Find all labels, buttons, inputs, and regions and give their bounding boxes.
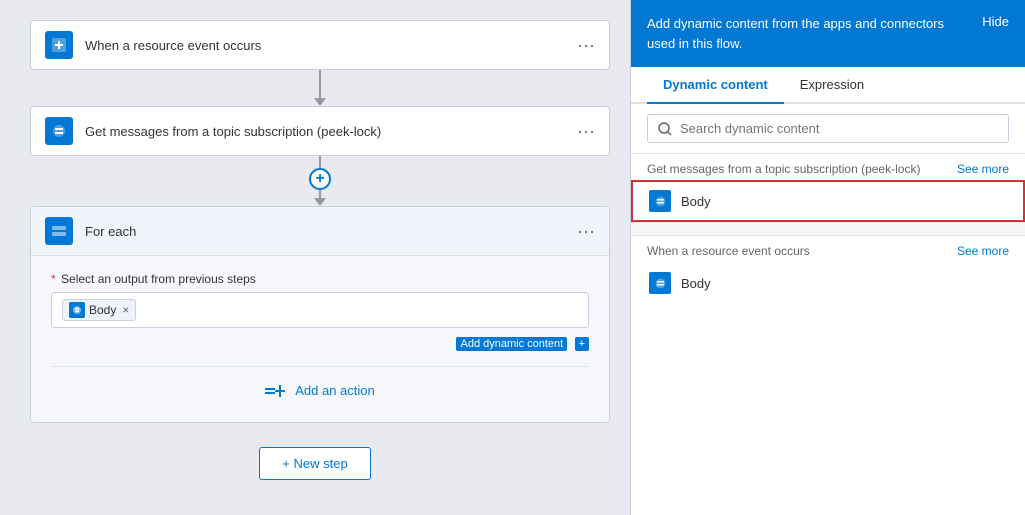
dynamic-content-list: Get messages from a topic subscription (… (631, 154, 1025, 515)
step-card-1: When a resource event occurs ··· (30, 20, 610, 70)
tag-label: Body (89, 303, 116, 317)
panel-header-title: Add dynamic content from the apps and co… (647, 14, 982, 53)
step2-title: Get messages from a topic subscription (… (85, 124, 577, 139)
foreach-body: * Select an output from previous steps B… (31, 256, 609, 422)
section2-title: When a resource event occurs (647, 244, 810, 258)
body2-icon (649, 272, 671, 294)
section2-divider (631, 222, 1025, 236)
field-label: * Select an output from previous steps (51, 272, 589, 286)
body2-label: Body (681, 276, 711, 291)
add-action-icon (265, 384, 287, 398)
dynamic-content-panel: Add dynamic content from the apps and co… (630, 0, 1025, 515)
section1-title: Get messages from a topic subscription (… (647, 162, 920, 176)
tag-icon (69, 302, 85, 318)
search-icon (658, 122, 672, 136)
search-input-wrap (647, 114, 1009, 143)
content-item-body1[interactable]: Body (631, 180, 1025, 222)
foreach-title: For each (85, 224, 577, 239)
body1-label: Body (681, 194, 711, 209)
flow-canvas: When a resource event occurs ··· Get mes… (0, 0, 630, 515)
tabs-row: Dynamic content Expression (631, 67, 1025, 104)
search-box (631, 104, 1025, 154)
section2-see-more[interactable]: See more (957, 244, 1009, 258)
foreach-header: For each ··· (31, 207, 609, 256)
section1-header: Get messages from a topic subscription (… (631, 154, 1025, 180)
connector-1 (30, 70, 610, 106)
panel-header: Add dynamic content from the apps and co… (631, 0, 1025, 67)
connector-plus: + (30, 156, 610, 206)
section1-see-more[interactable]: See more (957, 162, 1009, 176)
body-tag: Body × (62, 299, 136, 321)
content-item-body2[interactable]: Body (631, 262, 1025, 304)
add-step-button[interactable]: + (309, 168, 331, 190)
hide-button[interactable]: Hide (982, 14, 1009, 29)
add-action-button[interactable]: Add an action (51, 366, 589, 406)
step2-menu[interactable]: ··· (577, 122, 595, 140)
tab-expression[interactable]: Expression (784, 67, 880, 102)
step2-icon (45, 117, 73, 145)
new-step-container: + New step (30, 447, 600, 480)
add-dynamic-content-link[interactable]: Add dynamic content + (51, 336, 589, 350)
step1-icon (45, 31, 73, 59)
new-step-button[interactable]: + New step (259, 447, 370, 480)
step1-title: When a resource event occurs (85, 38, 577, 53)
tag-close-button[interactable]: × (122, 303, 129, 317)
step1-menu[interactable]: ··· (577, 36, 595, 54)
body1-icon (649, 190, 671, 212)
tab-dynamic-content[interactable]: Dynamic content (647, 67, 784, 102)
step-card-2: Get messages from a topic subscription (… (30, 106, 610, 156)
foreach-card: For each ··· * Select an output from pre… (30, 206, 610, 423)
output-input-box[interactable]: Body × (51, 292, 589, 328)
foreach-menu[interactable]: ··· (577, 221, 595, 242)
section2-header: When a resource event occurs See more (631, 236, 1025, 262)
foreach-icon (45, 217, 73, 245)
add-action-label: Add an action (295, 383, 375, 398)
search-input[interactable] (680, 121, 998, 136)
